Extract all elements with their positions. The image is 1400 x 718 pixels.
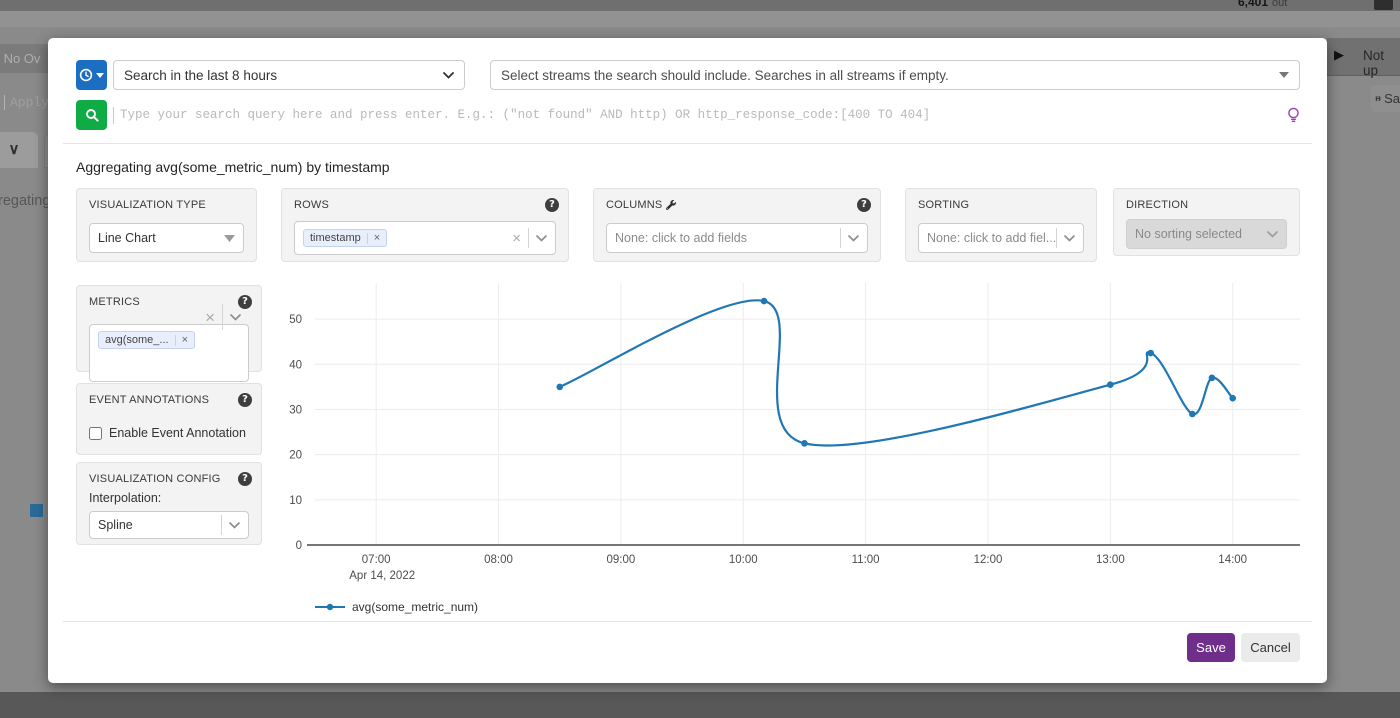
rows-chip-timestamp[interactable]: timestamp× xyxy=(303,229,387,247)
chip-close-icon[interactable]: × xyxy=(367,233,380,244)
play-icon: ▶ xyxy=(1334,47,1344,63)
rows-panel: ROWS ? timestamp× × xyxy=(281,188,569,262)
wrench-icon xyxy=(666,200,676,210)
divider xyxy=(63,621,1312,622)
search-icon xyxy=(85,108,99,122)
svg-text:10: 10 xyxy=(289,495,302,507)
aggregation-title: Aggregating avg(some_metric_num) by time… xyxy=(76,159,390,175)
background-legend-swatch xyxy=(30,504,43,517)
caret-down-icon xyxy=(1279,72,1289,78)
search-submit-button[interactable] xyxy=(76,100,107,130)
chart-legend-item[interactable]: avg(some_metric_num) xyxy=(315,600,478,614)
edit-widget-modal: Search in the last 8 hours Select stream… xyxy=(48,38,1327,683)
help-icon[interactable]: ? xyxy=(238,393,252,407)
metrics-panel: METRICS ? avg(some_...× × xyxy=(76,285,262,372)
chevron-down-icon xyxy=(1267,231,1278,238)
svg-text:Apr 14, 2022: Apr 14, 2022 xyxy=(349,570,415,582)
chip-close-icon[interactable]: × xyxy=(175,335,188,346)
chevron-down-icon[interactable] xyxy=(1064,235,1075,242)
help-icon[interactable]: ? xyxy=(857,198,871,212)
visualization-config-panel: VISUALIZATION CONFIG ? Interpolation: Sp… xyxy=(76,462,262,545)
svg-text:20: 20 xyxy=(289,450,302,462)
background-top-navbar: 6,401out xyxy=(0,0,1400,11)
lightbulb-icon[interactable] xyxy=(1287,107,1300,124)
text-cursor xyxy=(113,107,114,124)
event-annotations-panel: EVENT ANNOTATIONS ? Enable Event Annotat… xyxy=(76,383,262,455)
background-bottom-strip xyxy=(0,692,1400,718)
floppy-disk-icon xyxy=(1375,93,1381,104)
save-button[interactable]: Save xyxy=(1187,633,1235,662)
sorting-panel: SORTING None: click to add fiel... xyxy=(905,188,1097,262)
svg-text:08:00: 08:00 xyxy=(484,554,513,566)
chevron-down-icon[interactable] xyxy=(229,522,240,529)
svg-text:11:00: 11:00 xyxy=(852,554,880,566)
background-band xyxy=(0,11,1400,27)
help-icon[interactable]: ? xyxy=(545,198,559,212)
svg-text:07:00: 07:00 xyxy=(362,554,391,566)
interpolation-select[interactable]: Spline xyxy=(89,511,249,539)
cancel-button[interactable]: Cancel xyxy=(1241,633,1300,662)
svg-text:50: 50 xyxy=(289,314,302,326)
timerange-config-button[interactable] xyxy=(76,60,107,90)
svg-text:30: 30 xyxy=(289,404,302,416)
svg-text:40: 40 xyxy=(289,359,302,371)
enable-event-annotation-row[interactable]: Enable Event Annotation xyxy=(89,426,246,440)
sorting-field-select[interactable]: None: click to add fiel... xyxy=(918,223,1084,253)
visualization-type-panel: VISUALIZATION TYPE Line Chart xyxy=(76,188,257,262)
timerange-select[interactable]: Search in the last 8 hours xyxy=(113,60,465,90)
svg-text:0: 0 xyxy=(296,540,302,552)
caret-down-icon xyxy=(96,72,104,78)
navbar-menu-icon xyxy=(1374,0,1393,10)
clock-icon xyxy=(79,68,93,82)
clear-icon[interactable]: × xyxy=(512,231,521,246)
svg-text:14:00: 14:00 xyxy=(1218,554,1247,566)
metrics-field-select[interactable]: avg(some_...× xyxy=(89,324,249,382)
chevron-down-icon[interactable] xyxy=(536,235,547,242)
svg-text:12:00: 12:00 xyxy=(974,554,1003,566)
svg-text:10:00: 10:00 xyxy=(729,554,758,566)
divider xyxy=(63,143,1312,144)
direction-panel: DIRECTION No sorting selected xyxy=(1113,188,1300,256)
chevron-down-icon: ∨ xyxy=(9,141,20,158)
line-chart: 0 10 20 30 40 50 07:00 08:00 09:00 10:00 11:00 12:0… xyxy=(268,278,1308,588)
legend-label: avg(some_metric_num) xyxy=(352,600,478,614)
background-widget-title: regating xyxy=(0,193,50,209)
background-refresh-status: Not up xyxy=(1363,48,1400,78)
search-query-input[interactable]: Type your search query here and press en… xyxy=(113,100,1300,130)
background-tab-chevron: ∨ xyxy=(0,132,38,168)
chevron-down-icon[interactable] xyxy=(230,314,241,321)
chevron-down-icon[interactable] xyxy=(848,235,859,242)
svg-text:09:00: 09:00 xyxy=(607,554,636,566)
background-save-button: Sa xyxy=(1371,85,1400,112)
direction-select-disabled: No sorting selected xyxy=(1126,219,1287,249)
rows-field-select[interactable]: timestamp× × xyxy=(294,221,556,255)
chevron-down-icon xyxy=(443,72,454,79)
svg-text:13:00: 13:00 xyxy=(1096,554,1125,566)
clear-icon[interactable]: × xyxy=(205,309,215,326)
visualization-type-select[interactable]: Line Chart xyxy=(89,223,244,253)
enable-event-annotation-checkbox[interactable] xyxy=(89,427,102,440)
streams-select[interactable]: Select streams the search should include… xyxy=(490,60,1300,90)
columns-field-select[interactable]: None: click to add fields xyxy=(606,223,868,253)
columns-panel: COLUMNS ? None: click to add fields xyxy=(593,188,881,262)
legend-line-icon xyxy=(315,602,345,612)
help-icon[interactable]: ? xyxy=(238,472,252,486)
message-count: 6,401out xyxy=(1238,0,1287,9)
metrics-chip-avg[interactable]: avg(some_...× xyxy=(98,331,195,349)
caret-down-icon xyxy=(224,235,235,242)
